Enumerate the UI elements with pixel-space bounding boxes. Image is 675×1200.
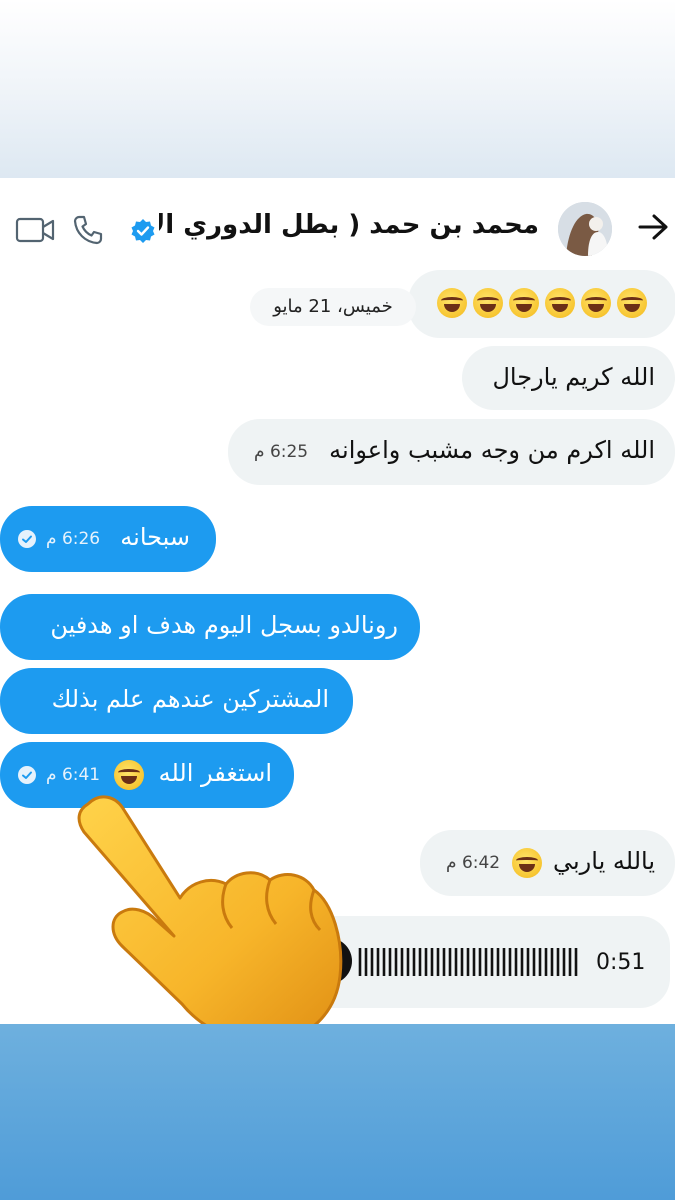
voice-duration: 0:51 (596, 950, 646, 975)
message-sent[interactable]: رونالدو بسجل اليوم هدف او هدفين (0, 594, 420, 660)
top-background (0, 0, 675, 178)
pointing-hand-icon (77, 795, 343, 1024)
dm-conversation: محمد بن حمد ( بطل الدوري الأق... خميس، 2… (0, 178, 675, 1024)
read-check-icon (18, 530, 36, 548)
message-text: رونالدو بسجل اليوم هدف او هدفين (50, 611, 398, 639)
waveform-icon[interactable] (358, 944, 580, 980)
message-received[interactable]: الله كريم يارجال (462, 346, 675, 410)
message-time: 6:41 م (46, 765, 101, 785)
laughing-emoji-icon (509, 288, 539, 318)
laughing-emoji-icon (437, 288, 467, 318)
read-check-icon (18, 766, 36, 784)
message-received[interactable]: يالله ياربي 6:42 م (420, 830, 675, 896)
contact-name[interactable]: محمد بن حمد ( بطل الدوري الأق... (159, 210, 539, 240)
message-time: 6:25 م (254, 442, 309, 462)
date-separator: خميس، 21 مايو (250, 288, 416, 326)
laughing-emoji-icon (512, 848, 542, 878)
message-text: يالله ياربي (552, 847, 655, 875)
phone-icon[interactable] (70, 212, 106, 248)
message-text: المشتركين عندهم علم بذلك (51, 685, 329, 713)
laughing-emoji-icon (545, 288, 575, 318)
message-sent[interactable]: المشتركين عندهم علم بذلك (0, 668, 353, 734)
back-arrow-icon[interactable] (636, 212, 670, 242)
verified-badge-icon (130, 218, 156, 244)
laughing-emoji-icon (617, 288, 647, 318)
message-sent[interactable]: سبحانه 6:26 م (0, 506, 216, 572)
laughing-emoji-icon (581, 288, 611, 318)
message-text: الله اكرم من وجه مشبب واعوانه (329, 436, 655, 464)
message-received[interactable]: الله اكرم من وجه مشبب واعوانه 6:25 م (228, 419, 675, 485)
message-text: الله كريم يارجال (492, 363, 655, 391)
laughing-emoji-icon (473, 288, 503, 318)
message-time: 6:42 م (446, 853, 501, 873)
message-text: استغفر الله (158, 759, 272, 787)
avatar[interactable] (558, 202, 612, 256)
message-time: 6:26 م (46, 529, 101, 549)
conversation-header: محمد بن حمد ( بطل الدوري الأق... (0, 178, 675, 268)
video-call-icon[interactable] (14, 214, 56, 246)
laughing-emoji-icon (114, 760, 144, 790)
message-text: سبحانه (120, 523, 190, 551)
message-received-emojis[interactable] (408, 270, 675, 338)
bottom-background (0, 1024, 675, 1200)
